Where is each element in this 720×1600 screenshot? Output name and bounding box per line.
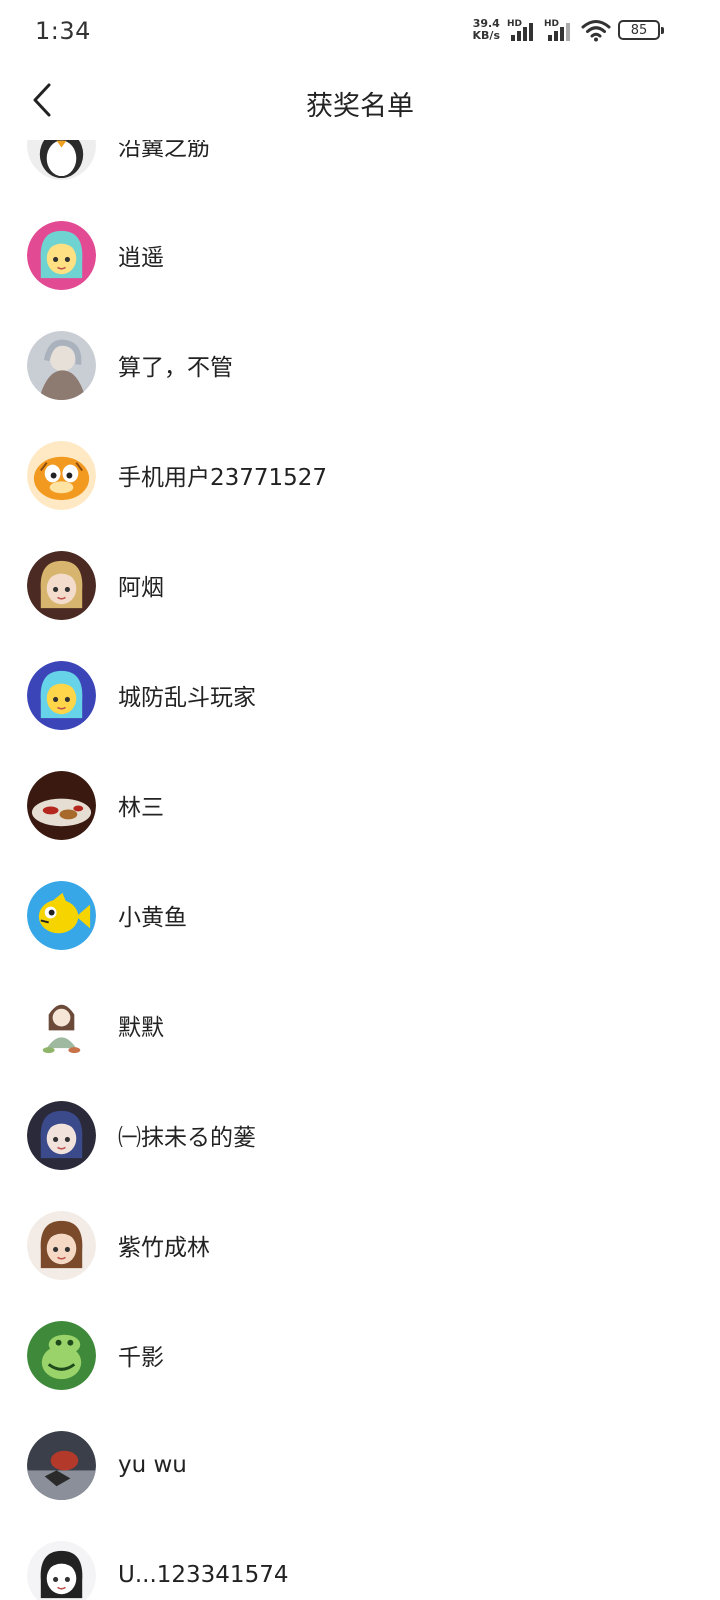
anime-girl-avatar <box>27 1540 96 1600</box>
winner-name: 千影 <box>118 1345 164 1371</box>
winner-name: 小黄鱼 <box>118 905 187 931</box>
list-item[interactable]: yu wu <box>0 1410 720 1520</box>
winner-name: 沿冀之筋 <box>118 140 210 161</box>
network-speed-unit: KB/s <box>472 29 500 42</box>
avatar[interactable] <box>27 1320 96 1390</box>
winner-name: 紫竹成林 <box>118 1235 210 1261</box>
nav-bar: 获奖名单 <box>0 62 720 140</box>
winner-name: 林三 <box>118 795 164 821</box>
avatar[interactable] <box>27 550 96 620</box>
avatar[interactable] <box>27 770 96 840</box>
avatar[interactable] <box>27 990 96 1060</box>
avatar[interactable] <box>27 1430 96 1500</box>
wifi-icon <box>581 18 611 42</box>
list-item[interactable]: 默默 <box>0 970 720 1080</box>
winner-name: 默默 <box>118 1015 164 1041</box>
winner-name: 手机用户23771527 <box>118 465 328 491</box>
status-time: 1:34 <box>35 17 91 45</box>
dragon-avatar <box>27 1320 96 1390</box>
signal-icon: HD <box>544 19 574 41</box>
winner-name: 城防乱斗玩家 <box>118 685 256 711</box>
fish-avatar <box>27 880 96 950</box>
avatar[interactable] <box>27 1100 96 1170</box>
avatar[interactable] <box>27 1210 96 1280</box>
list-item[interactable]: 算了，不管 <box>0 310 720 420</box>
winner-name: 逍遥 <box>118 245 164 271</box>
penguin-avatar <box>27 140 96 180</box>
avatar[interactable] <box>27 660 96 730</box>
signal-icon: HD <box>507 19 537 41</box>
anime-girl-avatar <box>27 1210 96 1280</box>
avatar[interactable] <box>27 140 96 180</box>
winner-name: ㈠抹未る的蓌 <box>118 1125 256 1151</box>
list-item[interactable]: U...123341574 <box>0 1520 720 1600</box>
status-icons: 39.4 KB/s HD HD 85 <box>473 18 664 42</box>
winner-name: yu wu <box>118 1452 187 1478</box>
anime-girl-avatar <box>27 220 96 290</box>
battery-icon: 85 <box>618 20 664 40</box>
network-speed: 39.4 KB/s <box>473 18 500 42</box>
avatar[interactable] <box>27 440 96 510</box>
sketch-girl-avatar <box>27 990 96 1060</box>
winner-list[interactable]: 沿冀之筋逍遥算了，不管手机用户23771527 阿烟城防乱斗玩家 林三小黄鱼默默㈠抹… <box>0 140 720 1600</box>
avatar[interactable] <box>27 330 96 400</box>
status-bar: 1:34 39.4 KB/s HD HD 85 <box>0 0 720 62</box>
list-item[interactable]: 阿烟 <box>0 530 720 640</box>
anime-girl-avatar <box>27 550 96 620</box>
winner-name: U...123341574 <box>118 1562 289 1588</box>
winner-name: 算了，不管 <box>118 355 233 381</box>
list-item[interactable]: 紫竹成林 <box>0 1190 720 1300</box>
list-item[interactable]: 城防乱斗玩家 <box>0 640 720 750</box>
food-photo-avatar <box>27 770 96 840</box>
list-item[interactable]: 小黄鱼 <box>0 860 720 970</box>
photo-avatar <box>27 330 96 400</box>
anime-girl-avatar <box>27 660 96 730</box>
figure-photo-avatar <box>27 1430 96 1500</box>
avatar[interactable] <box>27 1540 96 1600</box>
list-item[interactable]: 沿冀之筋 <box>0 140 720 200</box>
list-item[interactable]: 手机用户23771527 <box>0 420 720 530</box>
list-item[interactable]: 林三 <box>0 750 720 860</box>
avatar[interactable] <box>27 220 96 290</box>
avatar[interactable] <box>27 880 96 950</box>
list-item[interactable]: 逍遥 <box>0 200 720 310</box>
page-title: 获奖名单 <box>306 91 414 122</box>
list-item[interactable]: 千影 <box>0 1300 720 1410</box>
garfield-avatar <box>27 440 96 510</box>
anime-girl-avatar <box>27 1100 96 1170</box>
winner-name: 阿烟 <box>118 575 164 601</box>
battery-level: 85 <box>630 22 648 38</box>
list-item[interactable]: ㈠抹未る的蓌 <box>0 1080 720 1190</box>
